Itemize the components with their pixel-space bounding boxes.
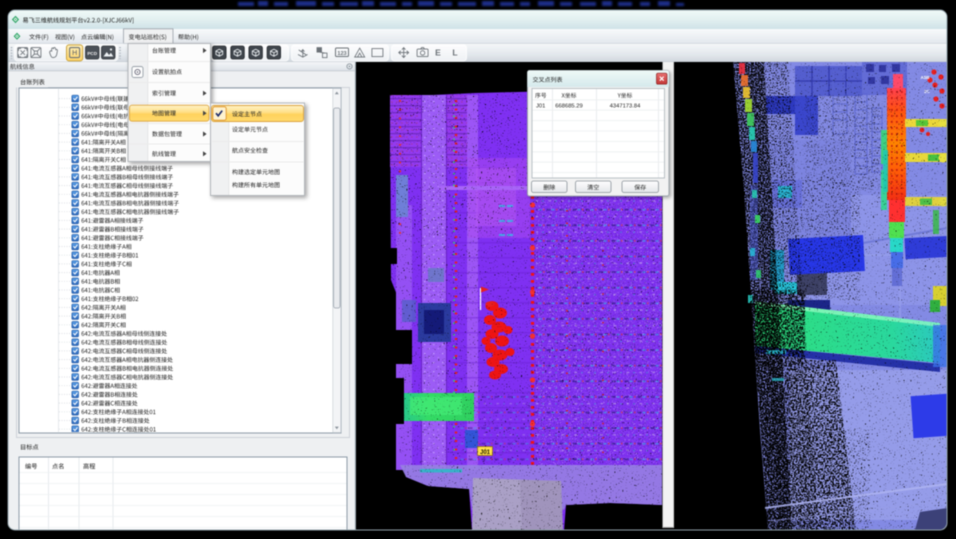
svg-text:E: E bbox=[435, 48, 441, 58]
svg-text:J01: J01 bbox=[536, 104, 545, 110]
svg-text:123: 123 bbox=[337, 51, 346, 57]
svg-text:4347173.84: 4347173.84 bbox=[610, 104, 641, 110]
svg-text:H: H bbox=[72, 50, 77, 57]
svg-text:PCD: PCD bbox=[87, 51, 97, 56]
svg-text:668685.29: 668685.29 bbox=[555, 104, 582, 110]
svg-text:L: L bbox=[452, 48, 457, 58]
